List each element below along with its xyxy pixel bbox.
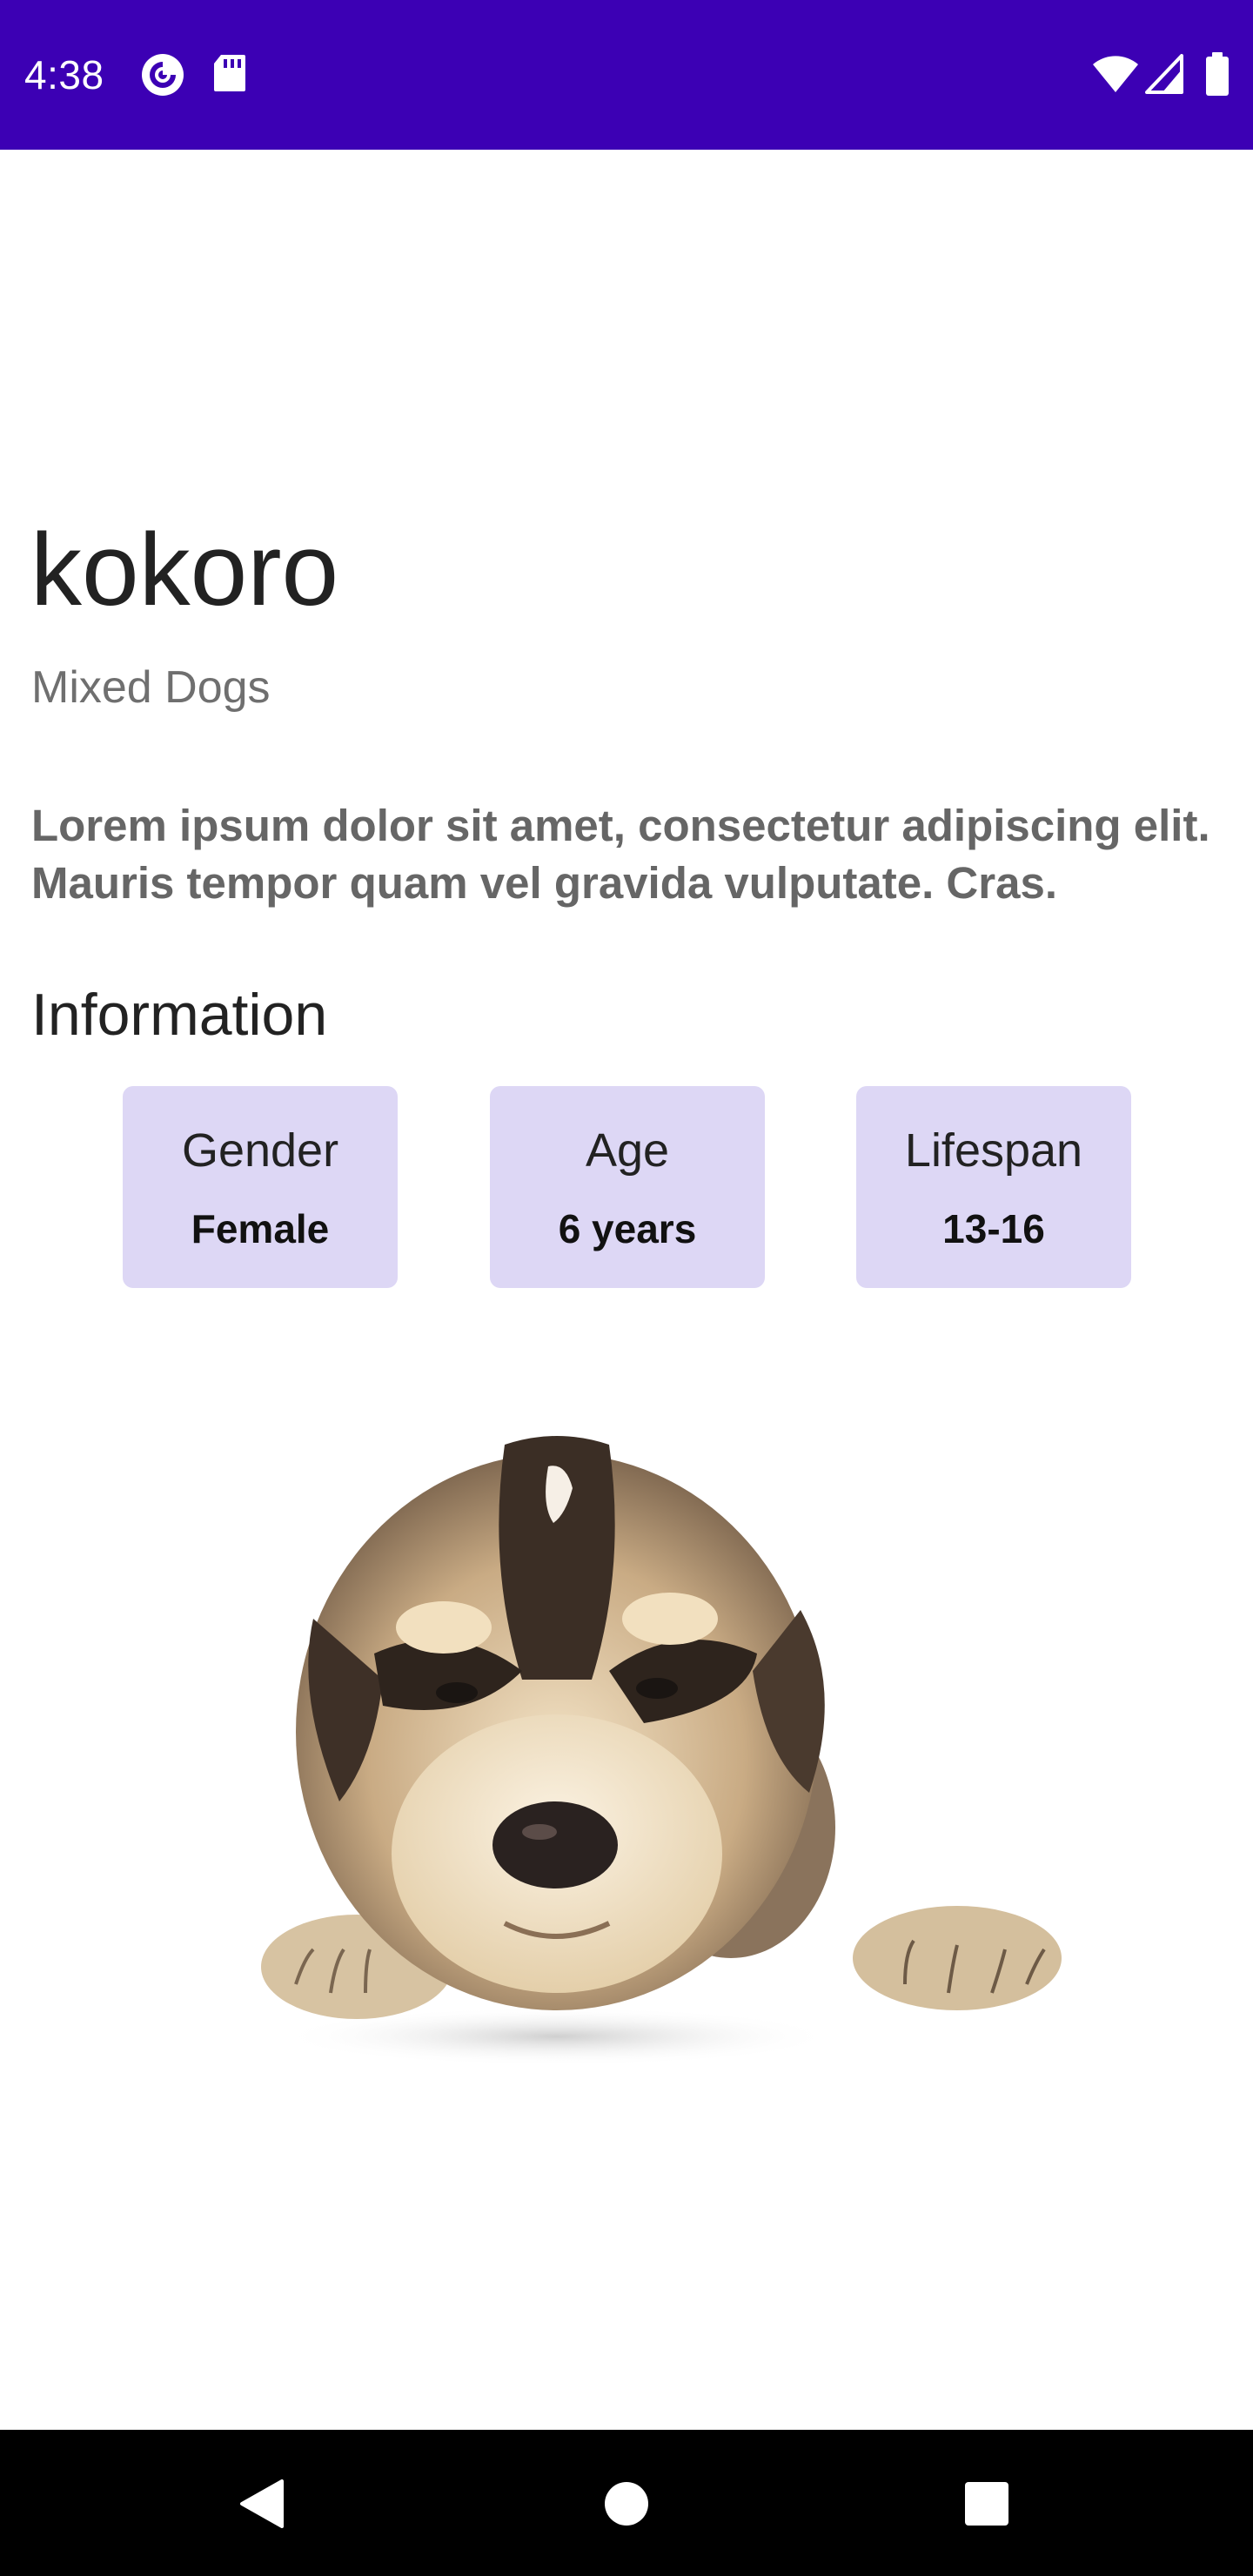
pet-description: Lorem ipsum dolor sit amet, consectetur …: [31, 801, 1210, 908]
back-icon[interactable]: [213, 2456, 309, 2552]
info-card-label: Gender: [181, 1124, 339, 1177]
home-icon[interactable]: [579, 2456, 674, 2552]
info-card-value: 13-16: [942, 1206, 1045, 1251]
pocket-casts-icon: [141, 53, 184, 97]
info-card-label: Age: [585, 1124, 670, 1177]
info-card-value: Female: [191, 1206, 330, 1251]
info-card-gender: Gender Female: [123, 1086, 398, 1288]
pet-breed: Mixed Dogs: [31, 662, 271, 713]
info-card-age: Age 6 years: [490, 1086, 765, 1288]
info-card-lifespan: Lifespan 13-16: [856, 1086, 1131, 1288]
navigation-bar: [0, 2430, 1253, 2576]
pet-name: kokoro: [30, 513, 339, 627]
info-card-label: Lifespan: [904, 1124, 1083, 1177]
cellular-signal-icon: [1145, 54, 1183, 98]
puppy-photo: [244, 1392, 1079, 2089]
recents-icon[interactable]: [939, 2456, 1035, 2552]
sd-card-icon: [212, 53, 256, 97]
battery-icon: [1204, 52, 1230, 100]
status-time: 4:38: [24, 52, 104, 97]
wifi-icon: [1091, 54, 1140, 98]
information-heading: Information: [31, 982, 328, 1048]
info-card-value: 6 years: [558, 1206, 697, 1251]
status-bar: 4:38: [0, 0, 1253, 150]
